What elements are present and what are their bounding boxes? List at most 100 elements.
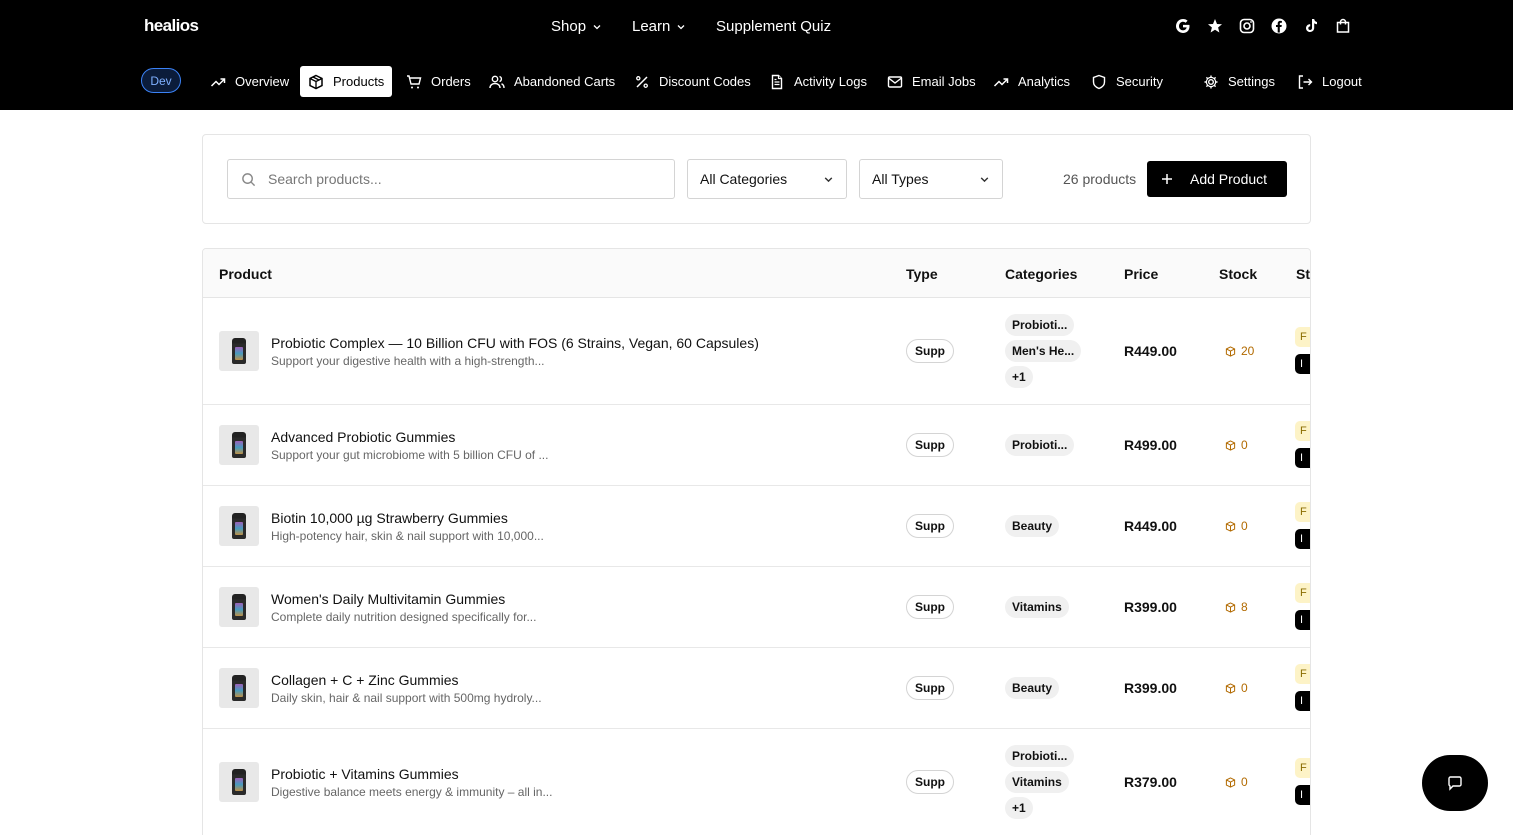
product-name[interactable]: Women's Daily Multivitamin Gummies (271, 591, 505, 607)
stock-value: 0 (1241, 519, 1248, 533)
product-name[interactable]: Advanced Probiotic Gummies (271, 429, 455, 445)
column-header-stock[interactable]: Stock (1219, 266, 1257, 282)
product-price: R449.00 (1124, 343, 1177, 359)
product-description: Daily skin, hair & nail support with 500… (271, 691, 542, 705)
status-badge: F (1295, 664, 1310, 684)
status-badge: F (1295, 421, 1310, 441)
instagram-icon[interactable] (1238, 17, 1256, 35)
admin-nav-overview[interactable]: Overview (202, 66, 297, 97)
table-row[interactable]: Probiotic Complex — 10 Billion CFU with … (203, 298, 1310, 405)
admin-nav-abandoned-carts[interactable]: Abandoned Carts (481, 66, 623, 97)
column-header-price[interactable]: Price (1124, 266, 1158, 282)
chevron-down-icon (824, 176, 833, 182)
product-description: Support your gut microbiome with 5 billi… (271, 448, 549, 462)
table-row[interactable]: Advanced Probiotic Gummies Support your … (203, 405, 1310, 486)
users-icon (489, 75, 505, 88)
category-badge: Vitamins (1005, 596, 1069, 618)
table-row[interactable]: Biotin 10,000 µg Strawberry Gummies High… (203, 486, 1310, 567)
box-icon (1225, 345, 1236, 357)
status-badge: F (1295, 758, 1310, 778)
stock-count: 0 (1225, 519, 1248, 533)
column-header-categories[interactable]: Categories (1005, 266, 1077, 282)
status-badge: I (1295, 354, 1310, 374)
admin-nav-orders-label: Orders (431, 74, 471, 89)
status-badge: I (1295, 610, 1310, 630)
box-icon (1225, 601, 1236, 613)
product-thumbnail (219, 762, 259, 802)
product-name[interactable]: Probiotic Complex — 10 Billion CFU with … (271, 335, 759, 351)
star-icon[interactable] (1206, 17, 1224, 35)
type-badge: Supp (906, 433, 954, 457)
social-links (1174, 17, 1352, 35)
stock-count: 0 (1225, 438, 1248, 452)
product-name[interactable]: Probiotic + Vitamins Gummies (271, 766, 459, 782)
admin-nav-products[interactable]: Products (300, 66, 393, 97)
nav-supplement-quiz[interactable]: Supplement Quiz (716, 18, 831, 35)
status-badge: F (1295, 327, 1310, 347)
facebook-icon[interactable] (1270, 17, 1288, 35)
status-badge: F (1295, 502, 1310, 522)
column-header-status[interactable]: St (1296, 266, 1310, 282)
product-thumbnail (219, 425, 259, 465)
category-select[interactable]: All Categories (687, 159, 847, 199)
table-header: Product Type Categories Price Stock St (203, 249, 1310, 298)
product-thumbnail (219, 587, 259, 627)
category-badge: Vitamins (1005, 771, 1069, 793)
box-icon (1225, 682, 1236, 694)
product-name[interactable]: Collagen + C + Zinc Gummies (271, 672, 459, 688)
table-row[interactable]: Probiotic + Vitamins Gummies Digestive b… (203, 729, 1310, 835)
search-input[interactable] (228, 160, 674, 198)
admin-nav-email-jobs-label: Email Jobs (912, 74, 976, 89)
chat-icon (1448, 776, 1462, 791)
mail-icon (887, 75, 903, 88)
admin-nav-activity-logs[interactable]: Activity Logs (761, 66, 875, 97)
type-select[interactable]: All Types (859, 159, 1003, 199)
chevron-down-icon (677, 24, 685, 29)
admin-navbar: Dev Overview Products Orders Abandoned C… (0, 66, 1513, 97)
product-count: 26 products (1063, 171, 1137, 187)
tiktok-icon[interactable] (1302, 17, 1320, 35)
percent-icon (636, 75, 648, 88)
type-badge: Supp (906, 595, 954, 619)
google-icon[interactable] (1174, 17, 1192, 35)
admin-nav-abandoned-carts-label: Abandoned Carts (514, 74, 616, 89)
product-name[interactable]: Biotin 10,000 µg Strawberry Gummies (271, 510, 508, 526)
stock-value: 0 (1241, 438, 1248, 452)
column-header-product[interactable]: Product (219, 266, 272, 282)
admin-nav-discount-codes[interactable]: Discount Codes (626, 66, 759, 97)
trend-icon (210, 77, 226, 87)
chat-button[interactable] (1422, 755, 1488, 811)
box-icon (309, 74, 323, 89)
admin-nav-security[interactable]: Security (1083, 66, 1171, 97)
admin-nav-logout[interactable]: Logout (1289, 66, 1370, 97)
category-badge: Probioti... (1005, 745, 1075, 767)
gear-icon (1204, 75, 1218, 88)
admin-nav-analytics[interactable]: Analytics (985, 66, 1078, 97)
product-price: R449.00 (1124, 518, 1177, 534)
admin-nav-activity-logs-label: Activity Logs (794, 74, 867, 89)
box-icon (1225, 520, 1236, 532)
admin-nav-settings[interactable]: Settings (1195, 66, 1283, 97)
admin-nav-logout-label: Logout (1322, 74, 1362, 89)
table-row[interactable]: Collagen + C + Zinc Gummies Daily skin, … (203, 648, 1310, 729)
admin-nav-email-jobs[interactable]: Email Jobs (879, 66, 984, 97)
stock-count: 20 (1225, 344, 1254, 358)
stock-count: 0 (1225, 775, 1248, 789)
admin-nav-discount-codes-label: Discount Codes (659, 74, 751, 89)
nav-shop[interactable]: Shop (551, 18, 602, 35)
type-badge: Supp (906, 339, 954, 363)
add-product-button[interactable]: Add Product (1147, 161, 1287, 197)
product-thumbnail (219, 331, 259, 371)
admin-nav-settings-label: Settings (1228, 74, 1275, 89)
column-header-type[interactable]: Type (906, 266, 938, 282)
shield-icon (1092, 74, 1106, 89)
product-price: R379.00 (1124, 774, 1177, 790)
box-icon (1225, 776, 1236, 788)
admin-nav-orders[interactable]: Orders (398, 66, 479, 97)
table-row[interactable]: Women's Daily Multivitamin Gummies Compl… (203, 567, 1310, 648)
brand-logo[interactable]: healios (144, 16, 199, 36)
box-icon (1225, 439, 1236, 451)
cart-icon[interactable] (1334, 17, 1352, 35)
product-price: R399.00 (1124, 680, 1177, 696)
nav-learn[interactable]: Learn (632, 18, 686, 35)
